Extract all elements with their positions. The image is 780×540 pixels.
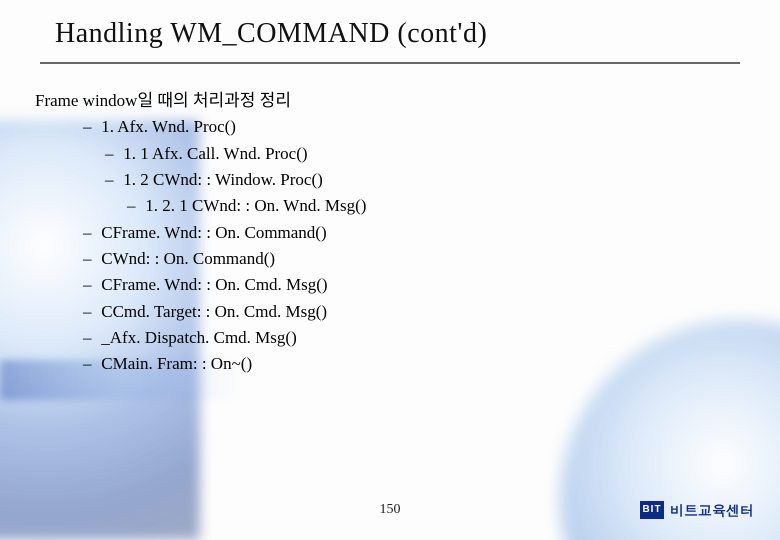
slide-title: Handling WM_COMMAND (cont'd) bbox=[55, 18, 487, 50]
list-item-text: 1. 2 CWnd: : Window. Proc() bbox=[123, 170, 323, 189]
bullet-list: – 1. Afx. Wnd. Proc()– 1. 1 Afx. Call. W… bbox=[35, 114, 366, 377]
list-item-text: CFrame. Wnd: : On. Command() bbox=[101, 223, 326, 242]
list-item-text: CWnd: : On. Command() bbox=[101, 249, 275, 268]
list-item: – _Afx. Dispatch. Cmd. Msg() bbox=[35, 325, 366, 351]
bullet-dash-icon: – bbox=[83, 299, 97, 325]
list-item-text: 1. 1 Afx. Call. Wnd. Proc() bbox=[123, 144, 307, 163]
logo-text: 비트교육센터 bbox=[670, 500, 754, 520]
list-item: – 1. 2. 1 CWnd: : On. Wnd. Msg() bbox=[35, 193, 366, 219]
bullet-dash-icon: – bbox=[83, 325, 97, 351]
list-item-text: 1. Afx. Wnd. Proc() bbox=[101, 117, 236, 136]
bullet-dash-icon: – bbox=[83, 351, 97, 377]
bullet-dash-icon: – bbox=[83, 114, 97, 140]
list-item-text: 1. 2. 1 CWnd: : On. Wnd. Msg() bbox=[145, 196, 366, 215]
bullet-dash-icon: – bbox=[105, 141, 119, 167]
title-underline bbox=[40, 62, 740, 64]
bullet-dash-icon: – bbox=[83, 246, 97, 272]
list-item: – CFrame. Wnd: : On. Command() bbox=[35, 220, 366, 246]
list-item: – CFrame. Wnd: : On. Cmd. Msg() bbox=[35, 272, 366, 298]
list-item: – CWnd: : On. Command() bbox=[35, 246, 366, 272]
list-item: – 1. Afx. Wnd. Proc() bbox=[35, 114, 366, 140]
list-item-text: CCmd. Target: : On. Cmd. Msg() bbox=[101, 302, 327, 321]
list-item-text: _Afx. Dispatch. Cmd. Msg() bbox=[101, 328, 296, 347]
list-item: – 1. 2 CWnd: : Window. Proc() bbox=[35, 167, 366, 193]
list-item: – CMain. Fram: : On~() bbox=[35, 351, 366, 377]
footer-logo: BIT 비트교육센터 bbox=[640, 500, 754, 520]
list-item-text: CMain. Fram: : On~() bbox=[101, 354, 252, 373]
bullet-dash-icon: – bbox=[127, 193, 141, 219]
logo-box-icon: BIT bbox=[640, 501, 664, 519]
bullet-dash-icon: – bbox=[83, 272, 97, 298]
list-item-text: CFrame. Wnd: : On. Cmd. Msg() bbox=[101, 275, 327, 294]
bullet-dash-icon: – bbox=[105, 167, 119, 193]
list-item: – CCmd. Target: : On. Cmd. Msg() bbox=[35, 299, 366, 325]
list-item: – 1. 1 Afx. Call. Wnd. Proc() bbox=[35, 141, 366, 167]
page-number: 150 bbox=[380, 502, 401, 518]
lead-text: Frame window일 때의 처리과정 정리 bbox=[35, 88, 366, 114]
slide-body: Frame window일 때의 처리과정 정리 – 1. Afx. Wnd. … bbox=[35, 88, 366, 378]
bullet-dash-icon: – bbox=[83, 220, 97, 246]
